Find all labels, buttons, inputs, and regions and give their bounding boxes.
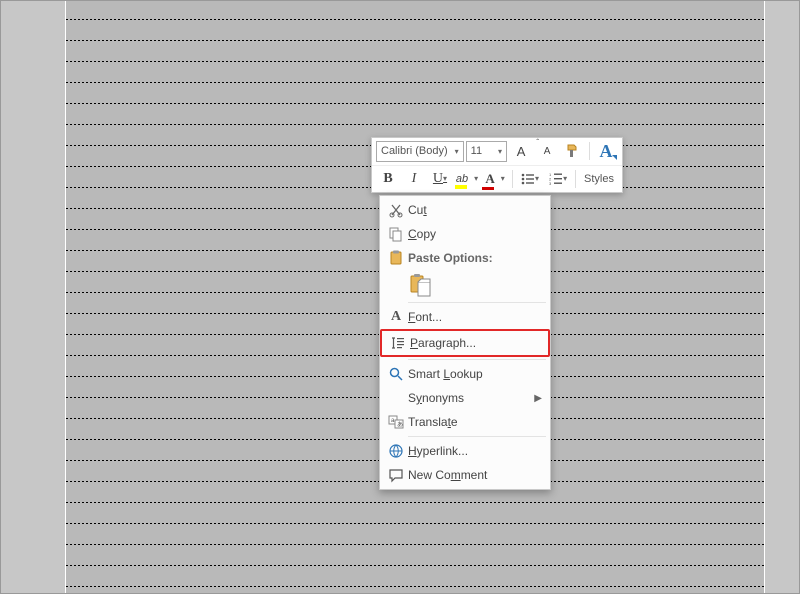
chevron-down-icon: ▾	[563, 174, 567, 183]
separator	[589, 142, 590, 160]
bold-label: B	[383, 171, 392, 187]
separator	[408, 436, 546, 437]
comment-icon	[384, 467, 408, 483]
menu-label: Copy	[408, 227, 542, 241]
underline-label: U	[433, 171, 443, 187]
menu-item-synonyms[interactable]: Synonyms ▶	[380, 386, 550, 410]
highlight-button[interactable]: ab ▾	[454, 168, 480, 190]
copy-icon	[384, 226, 408, 242]
context-menu: Cut Copy Paste Options:	[379, 195, 551, 490]
bold-button[interactable]: B	[376, 168, 400, 190]
paste-option-keep-source[interactable]	[380, 270, 550, 300]
editor-viewport: Calibri (Body) ▾ 11 ▾ Aˆ A A	[0, 0, 800, 594]
styles-button[interactable]: A	[594, 140, 618, 162]
font-color-swatch	[482, 187, 494, 190]
clipboard-icon	[384, 250, 408, 266]
menu-item-new-comment[interactable]: New Comment	[380, 463, 550, 487]
separator	[512, 170, 513, 188]
styles-label[interactable]: Styles	[580, 173, 618, 185]
menu-label: Cut	[408, 203, 542, 217]
separator	[575, 170, 576, 188]
menu-item-hyperlink[interactable]: Hyperlink...	[380, 439, 550, 463]
chevron-down-icon: ▾	[455, 147, 459, 156]
scissors-icon	[384, 202, 408, 218]
highlight-label: ab	[456, 173, 468, 185]
font-name-value: Calibri (Body)	[381, 145, 448, 157]
mini-toolbar-row-2: B I U ▾ ab ▾ A ▾	[372, 166, 622, 193]
styles-icon: A	[599, 141, 612, 162]
menu-label: Font...	[408, 310, 542, 324]
font-name-combo[interactable]: Calibri (Body) ▾	[376, 141, 464, 162]
menu-item-paste-options: Paste Options:	[380, 246, 550, 270]
submenu-arrow-icon: ▶	[534, 393, 542, 404]
menu-label: Paste Options:	[408, 251, 542, 265]
menu-label: Translate	[408, 415, 542, 429]
up-caret-icon: ˆ	[536, 138, 539, 147]
mini-toolbar-row-1: Calibri (Body) ▾ 11 ▾ Aˆ A A	[372, 138, 622, 166]
underline-button[interactable]: U ▾	[428, 168, 452, 190]
highlight-swatch	[455, 185, 467, 189]
numbering-icon: 1 2 3	[549, 172, 563, 186]
font-size-combo[interactable]: 11 ▾	[466, 141, 507, 162]
bullets-icon	[521, 172, 535, 186]
format-painter-button[interactable]	[561, 140, 585, 162]
separator	[408, 302, 546, 303]
menu-label: New Comment	[408, 468, 542, 482]
number-list-button[interactable]: 1 2 3 ▾	[545, 168, 571, 190]
svg-text:あ: あ	[397, 422, 403, 429]
translate-icon: aあ	[384, 414, 408, 430]
font-size-value: 11	[471, 145, 482, 157]
menu-label: Synonyms	[408, 391, 534, 405]
menu-item-font[interactable]: A Font...	[380, 305, 550, 329]
font-color-label: A	[485, 171, 494, 187]
font-icon: A	[384, 309, 408, 325]
chevron-down-icon: ▾	[443, 174, 447, 183]
italic-label: I	[412, 171, 417, 187]
paintbrush-icon	[565, 143, 581, 159]
chevron-down-icon: ▾	[498, 147, 502, 156]
paragraph-icon	[386, 335, 410, 351]
chevron-down-icon: ▾	[535, 174, 539, 183]
menu-item-cut[interactable]: Cut	[380, 198, 550, 222]
hyperlink-icon	[384, 443, 408, 459]
menu-label: Hyperlink...	[408, 444, 542, 458]
menu-item-copy[interactable]: Copy	[380, 222, 550, 246]
chevron-down-icon: ▾	[474, 174, 478, 183]
menu-item-smart-lookup[interactable]: Smart Lookup	[380, 362, 550, 386]
paste-keep-source-icon	[410, 273, 432, 297]
grow-font-button[interactable]: Aˆ	[509, 140, 533, 162]
menu-label: Paragraph...	[410, 336, 540, 350]
font-color-button[interactable]: A ▾	[482, 168, 508, 190]
chevron-down-icon: ▾	[501, 174, 505, 183]
grow-font-label: A	[517, 144, 526, 159]
mini-toolbar: Calibri (Body) ▾ 11 ▾ Aˆ A A	[371, 137, 623, 193]
separator	[408, 359, 546, 360]
italic-button[interactable]: I	[402, 168, 426, 190]
menu-item-paragraph[interactable]: Paragraph...	[380, 329, 550, 357]
smart-lookup-icon	[384, 366, 408, 382]
menu-item-translate[interactable]: aあ Translate	[380, 410, 550, 434]
svg-text:3: 3	[549, 181, 552, 186]
shrink-font-label: A	[544, 146, 551, 157]
menu-label: Smart Lookup	[408, 367, 542, 381]
bullet-list-button[interactable]: ▾	[517, 168, 543, 190]
